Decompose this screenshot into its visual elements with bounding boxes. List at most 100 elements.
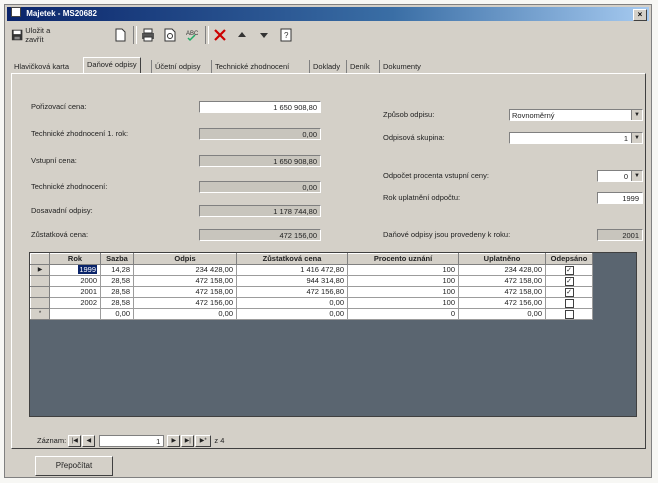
tab-doklady[interactable]: Doklady <box>309 60 343 73</box>
cell-rok[interactable]: 2001 <box>49 286 101 298</box>
col-header-odepsano[interactable]: Odepsáno <box>545 253 593 265</box>
cell-odpis[interactable]: 472 158,00 <box>133 275 237 287</box>
first-record-button[interactable]: |◀ <box>68 435 82 448</box>
cell-uplatneno[interactable]: 472 158,00 <box>458 286 546 298</box>
new-record-nav-button[interactable]: ▶* <box>195 435 212 448</box>
odepsano-checkbox[interactable]: ✓ <box>564 276 574 286</box>
cell-procento[interactable]: 100 <box>347 297 459 309</box>
spellcheck-button[interactable]: ABC <box>183 26 201 44</box>
cell-rok[interactable] <box>49 308 101 320</box>
tz-1-rok-label: Technické zhodnocení 1. rok: <box>31 129 129 138</box>
new-icon <box>115 28 126 42</box>
move-up-button[interactable] <box>233 26 251 44</box>
odpisova-skupina-select[interactable]: 1 ▼ <box>509 132 643 144</box>
record-number-input[interactable]: 1 <box>99 435 165 448</box>
zpusob-odpisu-value: Rovnoměrný <box>512 111 555 120</box>
table-row[interactable]: 2000 28,58 472 158,00 944 314,80 100 472 158,… <box>30 275 593 287</box>
new-record-row[interactable]: * 0,00 0,00 0,00 0 0,00 <box>30 308 593 320</box>
cell-sazba[interactable]: 0,00 <box>100 308 134 320</box>
new-record-button[interactable] <box>111 26 129 44</box>
odepsano-checkbox[interactable] <box>564 298 574 308</box>
col-header-sazba[interactable]: Sazba <box>100 253 134 265</box>
tab-hlavickova-karta[interactable]: Hlavičková karta <box>11 60 72 73</box>
cell-sazba[interactable]: 28,58 <box>100 297 134 309</box>
col-header-rok[interactable]: Rok <box>49 253 101 265</box>
row-selector[interactable] <box>30 297 50 309</box>
cell-procento[interactable]: 100 <box>347 264 459 276</box>
tab-dokumenty[interactable]: Dokumenty <box>379 60 424 73</box>
cell-sazba[interactable]: 28,58 <box>100 286 134 298</box>
odepsano-checkbox[interactable]: ✓ <box>564 287 574 297</box>
last-record-button[interactable]: ▶| <box>181 435 195 448</box>
chevron-down-icon[interactable]: ▼ <box>631 133 642 143</box>
row-selector[interactable] <box>30 286 50 298</box>
close-button[interactable]: × <box>633 9 647 21</box>
cell-procento[interactable]: 0 <box>347 308 459 320</box>
save-close-button[interactable]: Uložit a zavřít <box>11 26 65 44</box>
tab-danove-odpisy[interactable]: Daňové odpisy <box>83 57 141 74</box>
cell-rok[interactable]: 2000 <box>49 275 101 287</box>
dosavadni-odpisy-field: 1 178 744,80 <box>199 205 321 217</box>
cell-uplatneno[interactable]: 0,00 <box>458 308 546 320</box>
recalculate-button[interactable]: Přepočítat <box>35 456 113 476</box>
cell-zustatek[interactable]: 472 156,80 <box>236 286 348 298</box>
help-button[interactable]: ? <box>277 26 295 44</box>
print-preview-button[interactable] <box>161 26 179 44</box>
odepsano-checkbox[interactable] <box>564 309 574 319</box>
table-row[interactable]: ▶ 1999 14,28 234 428,00 1 416 472,80 100 234 4… <box>30 264 593 276</box>
rok-uplatneni-field[interactable]: 1999 <box>597 192 643 204</box>
cell-uplatneno[interactable]: 472 156,00 <box>458 297 546 309</box>
cell-uplatneno[interactable]: 234 428,00 <box>458 264 546 276</box>
col-header-procento-uznani[interactable]: Procento uznání <box>347 253 459 265</box>
zpusob-odpisu-select[interactable]: Rovnoměrný ▼ <box>509 109 643 121</box>
next-record-button[interactable]: ▶ <box>167 435 181 448</box>
tz-label: Technické zhodnocení: <box>31 182 108 191</box>
porizovaci-cena-field[interactable]: 1 650 908,80 <box>199 101 321 113</box>
row-selector[interactable] <box>30 275 50 287</box>
cell-odpis[interactable]: 0,00 <box>133 308 237 320</box>
table-body: ▶ 1999 14,28 234 428,00 1 416 472,80 100 234 4… <box>30 264 593 320</box>
cell-odpis[interactable]: 234 428,00 <box>133 264 237 276</box>
cell-sazba[interactable]: 28,58 <box>100 275 134 287</box>
prev-record-button[interactable]: ◀ <box>82 435 96 448</box>
provedeny-k-roku-field: 2001 <box>597 229 643 241</box>
col-header-uplatneno[interactable]: Uplatněno <box>458 253 546 265</box>
current-row-indicator[interactable]: ▶ <box>30 264 50 276</box>
cell-procento[interactable]: 100 <box>347 286 459 298</box>
tab-denik[interactable]: Deník <box>346 60 373 73</box>
cell-zustatek[interactable]: 0,00 <box>236 308 348 320</box>
cell-zustatek[interactable]: 944 314,80 <box>236 275 348 287</box>
odpisy-datagrid: Rok Sazba Odpis Zůstatková cena Procento… <box>29 252 637 417</box>
vstupni-cena-field: 1 650 908,80 <box>199 155 321 167</box>
cell-rok[interactable]: 1999 <box>49 264 101 276</box>
cell-odpis[interactable]: 472 158,00 <box>133 286 237 298</box>
cell-rok-selected[interactable]: 1999 <box>78 265 97 274</box>
chevron-down-icon[interactable]: ▼ <box>631 171 642 181</box>
procento-vstupni-ceny-select[interactable]: 0 ▼ <box>597 170 643 182</box>
print-button[interactable] <box>139 26 157 44</box>
new-row-indicator[interactable]: * <box>30 308 50 320</box>
cell-procento[interactable]: 100 <box>347 275 459 287</box>
cell-odpis[interactable]: 472 156,00 <box>133 297 237 309</box>
cell-sazba[interactable]: 14,28 <box>100 264 134 276</box>
toolbar: Uložit a zavřít ABC ? <box>7 23 649 47</box>
svg-text:ABC: ABC <box>186 31 199 37</box>
table-row[interactable]: 2002 28,58 472 156,00 0,00 100 472 156,00 <box>30 297 593 309</box>
cell-odepsano <box>545 297 593 309</box>
col-header-odpis[interactable]: Odpis <box>133 253 237 265</box>
table-row[interactable]: 2001 28,58 472 158,00 472 156,80 100 472 158,… <box>30 286 593 298</box>
move-down-button[interactable] <box>255 26 273 44</box>
odepsano-checkbox[interactable]: ✓ <box>564 265 574 275</box>
cell-zustatek[interactable]: 1 416 472,80 <box>236 264 348 276</box>
down-arrow-icon <box>260 33 268 38</box>
cell-uplatneno[interactable]: 472 158,00 <box>458 275 546 287</box>
record-navigator: Záznam: |◀ ◀ 1 ▶ ▶| ▶* z 4 <box>37 435 224 448</box>
cell-rok[interactable]: 2002 <box>49 297 101 309</box>
chevron-down-icon[interactable]: ▼ <box>631 110 642 120</box>
tab-ucetni-odpisy[interactable]: Účetní odpisy <box>151 60 203 73</box>
zustatkova-cena-field: 472 156,00 <box>199 229 321 241</box>
tab-technicke-zhodnoceni[interactable]: Technické zhodnocení <box>211 60 292 73</box>
col-header-zustatkova-cena[interactable]: Zůstatková cena <box>236 253 348 265</box>
cell-zustatek[interactable]: 0,00 <box>236 297 348 309</box>
delete-button[interactable] <box>211 26 229 44</box>
